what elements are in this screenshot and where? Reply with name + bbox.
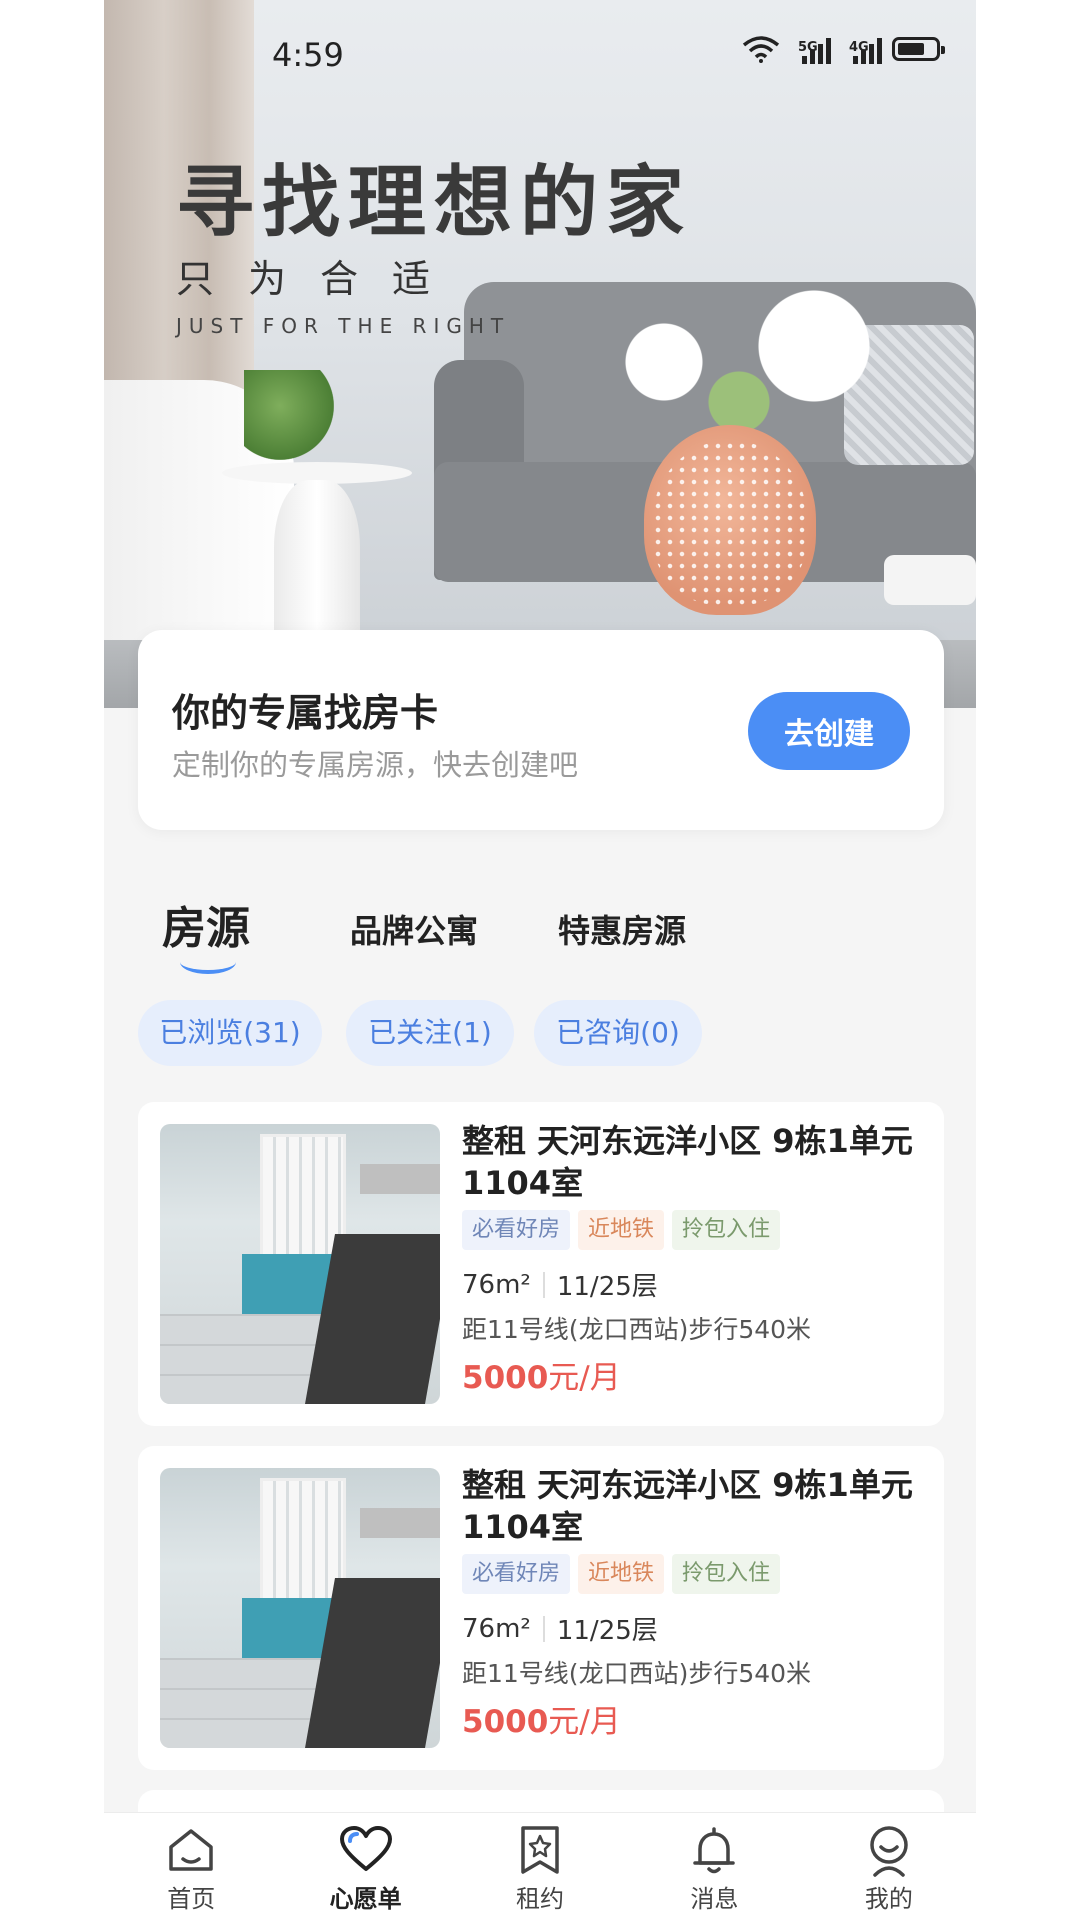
listing-photo[interactable] [160,1124,440,1404]
active-tab-indicator [180,950,236,974]
bottom-navigation: 首页 心愿单 租约 消息 我的 [104,1812,976,1920]
nav-messages-label: 消息 [690,1885,739,1913]
listing-card[interactable]: 整租 天河东远洋小区 9栋1单元1104室 必看好房 近地铁 拎包入住 76m²… [138,1102,944,1426]
tag-move-in-ready: 拎包入住 [672,1210,781,1250]
price-amount: 5000 [462,1360,549,1396]
nav-wishlist-label: 心愿单 [329,1885,402,1913]
finder-card-description: 定制你的专属房源，快去创建吧 [172,748,579,782]
house-finder-card[interactable]: 你的专属找房卡 定制你的专属房源，快去创建吧 去创建 [138,630,944,830]
nav-lease-label: 租约 [516,1885,565,1913]
listing-price: 5000元/月 [462,1352,621,1397]
left-margin [0,0,104,1920]
wifi-icon [742,36,780,63]
listing-title[interactable]: 整租 天河东远洋小区 9栋1单元1104室 [462,1120,922,1204]
hero-title: 寻找理想的家 [176,158,693,248]
home-icon [169,1829,213,1871]
tab-brand-apartments[interactable]: 品牌公寓 [350,906,478,952]
right-margin [976,0,1080,1920]
listing-metro-distance: 距11号线(龙口西站)步行540米 [462,1659,812,1688]
profile-icon [870,1826,908,1877]
price-unit: 元/月 [548,1360,621,1396]
tag-near-metro: 近地铁 [578,1210,665,1250]
tab-special-offers[interactable]: 特惠房源 [558,906,686,952]
tag-must-see: 必看好房 [462,1554,571,1594]
photo-range-hood [360,1508,440,1538]
listing-specs: 76m² 11/25层 [462,1610,658,1647]
flowers-decoration [604,290,904,450]
battery-icon [892,37,945,61]
nav-home[interactable]: 首页 [104,1813,278,1920]
finder-card-title: 你的专属找房卡 [172,691,439,735]
spec-divider [542,1271,545,1298]
signal-4g-label: 4G [849,40,869,55]
photo-range-hood [360,1164,440,1194]
listing-photo[interactable] [160,1468,440,1748]
plant-decoration [244,370,334,460]
listing-specs: 76m² 11/25层 [462,1266,658,1303]
price-unit: 元/月 [548,1704,621,1740]
filter-consulted[interactable]: 已咨询(0) [534,1000,702,1066]
signal-5g-label: 5G [798,40,818,55]
tag-must-see: 必看好房 [462,1210,571,1250]
nav-wishlist[interactable]: 心愿单 [278,1813,452,1920]
tag-near-metro: 近地铁 [578,1554,665,1594]
hero-subtitle: 只为合适 [176,257,465,301]
listing-tags: 必看好房 近地铁 拎包入住 [462,1554,781,1594]
hero-english-slogan: JUST FOR THE RIGHT [176,314,511,338]
fruit-tray-decoration [884,555,976,605]
filter-browsed[interactable]: 已浏览(31) [138,1000,322,1066]
app-screen: 寻找理想的家 只为合适 JUST FOR THE RIGHT 4:59 5G 4… [104,0,976,1920]
nav-messages[interactable]: 消息 [627,1813,801,1920]
bell-icon [693,1827,736,1874]
vase-pattern [652,440,808,605]
listing-area: 76m² [462,1613,531,1644]
status-time: 4:59 [272,36,344,74]
nav-profile-label: 我的 [864,1885,913,1913]
price-amount: 5000 [462,1704,549,1740]
listing-floor: 11/25层 [556,1272,658,1302]
status-icons: 5G 4G [742,34,945,64]
side-table-base [274,480,360,648]
hero-banner[interactable]: 寻找理想的家 只为合适 JUST FOR THE RIGHT 4:59 5G 4… [104,0,976,708]
listing-card[interactable]: 整租 天河东远洋小区 9栋1单元1104室 必看好房 近地铁 拎包入住 76m²… [138,1446,944,1770]
signal-5g-icon: 5G [790,34,831,64]
create-button[interactable]: 去创建 [748,692,910,770]
listing-price: 5000元/月 [462,1696,621,1741]
nav-profile[interactable]: 我的 [802,1813,976,1920]
heart-icon [339,1826,392,1871]
spec-divider [542,1615,545,1642]
listing-floor: 11/25层 [556,1616,658,1646]
listing-area: 76m² [462,1269,531,1300]
signal-4g-icon: 4G [841,34,882,64]
listing-title[interactable]: 整租 天河东远洋小区 9栋1单元1104室 [462,1464,922,1548]
nav-lease[interactable]: 租约 [453,1813,627,1920]
tab-listings[interactable]: 房源 [162,892,250,956]
bookmark-star-icon [521,1826,559,1874]
filter-followed[interactable]: 已关注(1) [346,1000,514,1066]
listing-tags: 必看好房 近地铁 拎包入住 [462,1210,781,1250]
nav-home-label: 首页 [167,1885,216,1913]
listing-metro-distance: 距11号线(龙口西站)步行540米 [462,1315,812,1344]
tag-move-in-ready: 拎包入住 [672,1554,781,1594]
